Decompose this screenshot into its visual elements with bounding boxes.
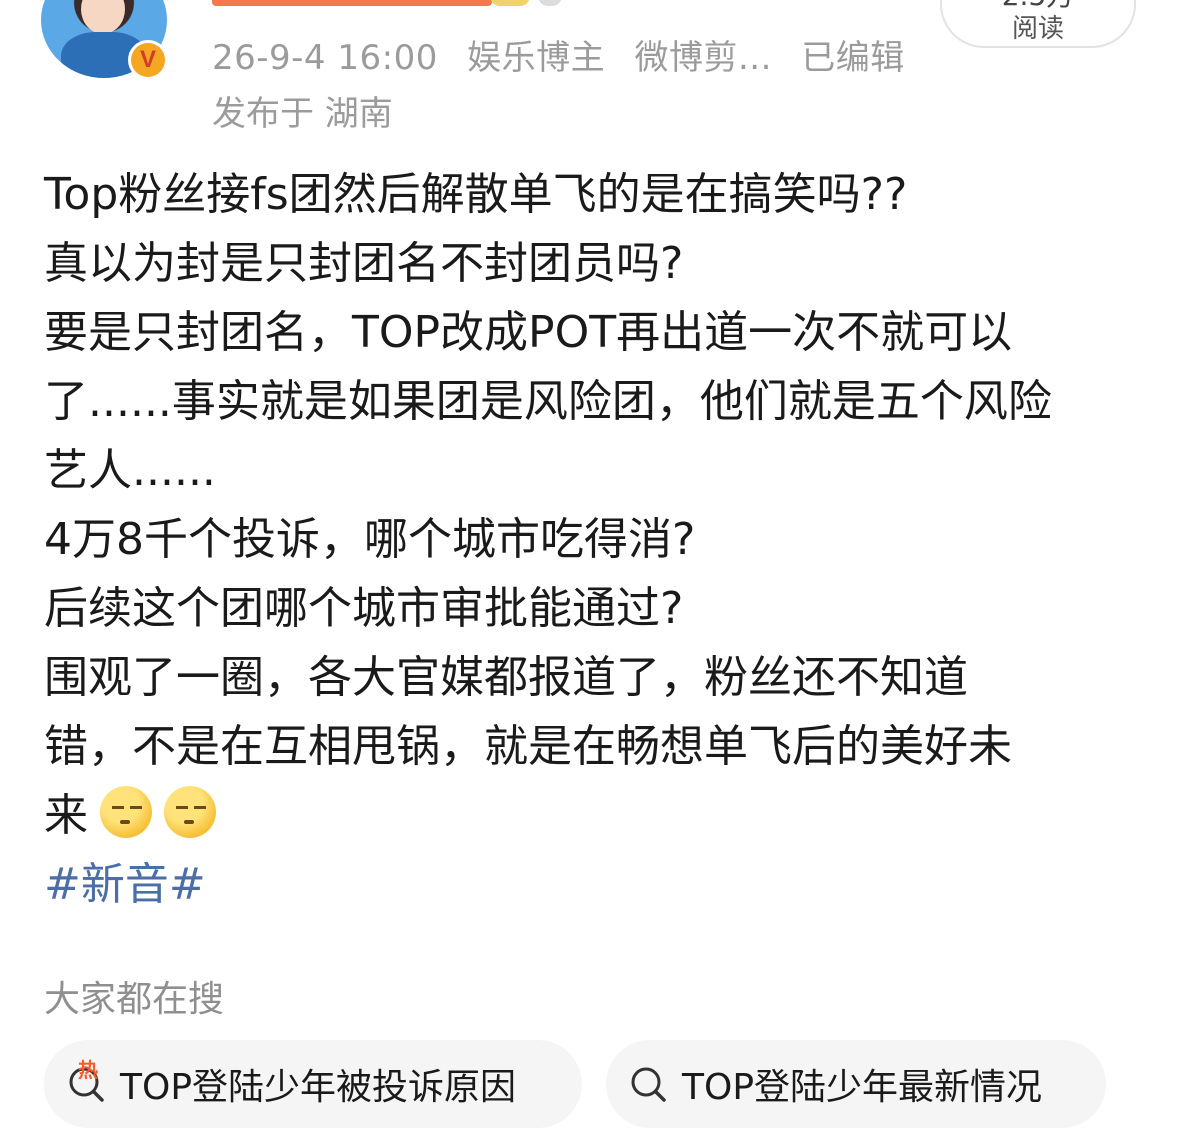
post-line: 艺人...... — [44, 445, 216, 496]
author-name-bar — [212, 0, 492, 6]
weibo-post-page: V 2.5万 阅读 26-9-4 16:00 娱乐博主 微博剪... 已编辑 发… — [0, 0, 1179, 1135]
smirk-emoji-icon — [164, 786, 216, 838]
read-count-pill: 2.5万 阅读 — [940, 0, 1136, 48]
search-chip-label: TOP登陆少年最新情况 — [682, 1067, 1043, 1108]
verified-badge-icon: V — [128, 40, 168, 80]
post-line: 围观了一圈，各大官媒都报道了，粉丝还不知道 — [44, 652, 968, 703]
post-line: 错，不是在互相甩锅，就是在畅想单飞后的美好未 — [44, 721, 1012, 772]
hot-label: 热 — [78, 1058, 98, 1082]
search-chip-1[interactable]: 热 TOP登陆少年被投诉原因 — [44, 1040, 582, 1128]
trending-search-title: 大家都在搜 — [44, 979, 225, 1020]
post-line: 真以为封是只封团名不封团员吗? — [44, 238, 684, 289]
author-badges — [490, 0, 562, 6]
post-source[interactable]: 微博剪... — [634, 38, 771, 78]
smirk-emoji-icon — [100, 786, 152, 838]
search-chip-2[interactable]: TOP登陆少年最新情况 — [606, 1040, 1106, 1128]
edited-label[interactable]: 已编辑 — [801, 38, 905, 78]
post-location: 发布于 湖南 — [212, 94, 393, 134]
avatar-face — [81, 0, 125, 34]
search-icon — [628, 1064, 668, 1104]
author-category: 娱乐博主 — [467, 38, 606, 78]
post-line: Top粉丝接fs团然后解散单飞的是在搞笑吗?? — [44, 169, 908, 220]
search-glyph-icon — [631, 1067, 666, 1102]
post-meta: 26-9-4 16:00 娱乐博主 微博剪... 已编辑 — [212, 30, 923, 79]
hashtag-link[interactable]: #新音# — [44, 859, 206, 910]
post-line: 后续这个团哪个城市审批能通过? — [44, 583, 684, 634]
post-line-last: 来 — [44, 781, 1144, 850]
member-badge-icon — [490, 0, 530, 6]
author-name-cropped[interactable] — [212, 0, 692, 6]
level-badge-icon — [538, 0, 562, 6]
hashtag-line: #新音# — [44, 850, 1144, 919]
search-chip-label: TOP登陆少年被投诉原因 — [120, 1067, 517, 1108]
post-line: 了......事实就是如果团是风险团，他们就是五个风险 — [44, 376, 1052, 427]
post-timestamp: 26-9-4 16:00 — [212, 38, 438, 78]
post-line: 4万8千个投诉，哪个城市吃得消? — [44, 514, 696, 565]
post-content: Top粉丝接fs团然后解散单飞的是在搞笑吗?? 真以为封是只封团名不封团员吗? … — [44, 160, 1144, 919]
post-line: 要是只封团名，TOP改成POT再出道一次不就可以 — [44, 307, 1013, 358]
hot-search-icon: 热 — [66, 1058, 106, 1104]
read-label: 阅读 — [1011, 14, 1064, 44]
post-line-text: 来 — [44, 790, 88, 841]
